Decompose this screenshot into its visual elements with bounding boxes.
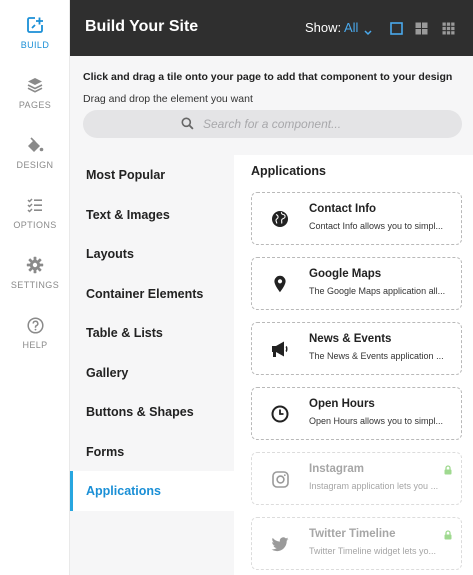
- tile-description: Open Hours allows you to simpl...: [309, 416, 444, 426]
- nav-help-label: HELP: [22, 340, 48, 350]
- search-input[interactable]: [203, 114, 443, 134]
- category-most-popular[interactable]: Most Popular: [70, 155, 234, 195]
- tile-name: Contact Info: [309, 203, 377, 215]
- chevron-down-icon[interactable]: [364, 23, 372, 41]
- component-panel: Applications Contact Info Contact Info a…: [234, 155, 473, 575]
- panel-header: Build Your Site Show: All: [70, 0, 473, 56]
- single-view-icon[interactable]: [390, 22, 403, 35]
- instructions-area: Click and drag a tile onto your page to …: [70, 56, 473, 155]
- category-text-images[interactable]: Text & Images: [70, 195, 234, 235]
- compact-grid-view-icon[interactable]: [442, 22, 455, 35]
- tile-instagram[interactable]: Instagram Instagram application lets you…: [251, 452, 462, 505]
- tile-contact-info[interactable]: Contact Info Contact Info allows you to …: [251, 192, 462, 245]
- settings-icon: [24, 254, 46, 276]
- instagram-icon: [269, 468, 291, 490]
- category-container-elements[interactable]: Container Elements: [70, 274, 234, 314]
- options-icon: [24, 194, 46, 216]
- help-icon: [24, 314, 46, 336]
- search-icon: [181, 117, 194, 135]
- show-filter-label: Show:: [305, 20, 342, 35]
- tile-description: Twitter Timeline widget lets yo...: [309, 546, 437, 556]
- map-pin-icon: [269, 273, 291, 295]
- design-icon: [24, 134, 46, 156]
- grid-view-icon[interactable]: [415, 22, 428, 35]
- nav-options-label: OPTIONS: [13, 220, 57, 230]
- tile-name: News & Events: [309, 333, 392, 345]
- globe-icon: [269, 208, 291, 230]
- tile-description: The News & Events application ...: [309, 351, 444, 361]
- nav-build[interactable]: BUILD: [0, 14, 70, 64]
- search-bar: [83, 110, 462, 138]
- category-layouts[interactable]: Layouts: [70, 234, 234, 274]
- tile-news-events[interactable]: News & Events The News & Events applicat…: [251, 322, 462, 375]
- show-filter-dropdown[interactable]: All: [344, 20, 358, 35]
- panel-title: Applications: [251, 164, 327, 178]
- nav-design-label: DESIGN: [16, 160, 54, 170]
- nav-pages-label: PAGES: [18, 100, 52, 110]
- tile-open-hours[interactable]: Open Hours Open Hours allows you to simp…: [251, 387, 462, 440]
- tile-name: Open Hours: [309, 398, 375, 410]
- nav-settings-label: SETTINGS: [10, 280, 60, 290]
- nav-options[interactable]: OPTIONS: [0, 194, 70, 244]
- nav-pages[interactable]: PAGES: [0, 74, 70, 124]
- instructions-secondary: Drag and drop the element you want: [83, 93, 253, 105]
- clock-icon: [269, 403, 291, 425]
- category-gallery[interactable]: Gallery: [70, 353, 234, 393]
- pages-icon: [24, 74, 46, 96]
- nav-help[interactable]: HELP: [0, 314, 70, 364]
- tile-description: Instagram application lets you ...: [309, 481, 439, 491]
- lock-icon: [444, 527, 452, 545]
- category-list: Most Popular Text & Images Layouts Conta…: [70, 155, 234, 575]
- tile-name: Twitter Timeline: [309, 528, 396, 540]
- lock-icon: [444, 462, 452, 480]
- twitter-icon: [269, 533, 291, 555]
- category-buttons-shapes[interactable]: Buttons & Shapes: [70, 392, 234, 432]
- tile-name: Instagram: [309, 463, 364, 475]
- instructions-primary: Click and drag a tile onto your page to …: [83, 71, 453, 83]
- tile-twitter-timeline[interactable]: Twitter Timeline Twitter Timeline widget…: [251, 517, 462, 570]
- tile-name: Google Maps: [309, 268, 382, 280]
- left-nav-rail: BUILD PAGES DESIGN OPTIONS SETTINGS HELP: [0, 0, 70, 575]
- tile-description: The Google Maps application all...: [309, 286, 446, 296]
- nav-settings[interactable]: SETTINGS: [0, 254, 70, 304]
- nav-build-label: BUILD: [20, 40, 50, 50]
- category-applications[interactable]: Applications: [70, 471, 234, 511]
- megaphone-icon: [269, 338, 291, 360]
- tile-description: Contact Info allows you to simpl...: [309, 221, 444, 231]
- tile-google-maps[interactable]: Google Maps The Google Maps application …: [251, 257, 462, 310]
- category-table-lists[interactable]: Table & Lists: [70, 313, 234, 353]
- build-icon: [24, 14, 46, 36]
- nav-design[interactable]: DESIGN: [0, 134, 70, 184]
- category-forms[interactable]: Forms: [70, 432, 234, 472]
- page-title: Build Your Site: [85, 18, 199, 35]
